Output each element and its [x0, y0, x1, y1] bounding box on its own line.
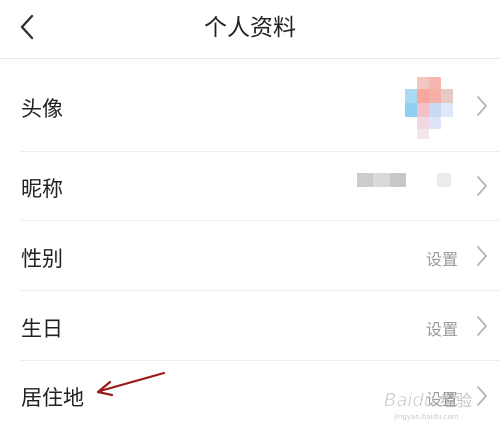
- row-value-gender: 设置: [425, 250, 458, 269]
- row-label-avatar: 头像: [21, 97, 63, 121]
- annotation-arrow: [90, 368, 170, 398]
- birthday-row[interactable]: 生日 设置: [0, 291, 500, 360]
- page-title: 个人资料: [204, 15, 296, 41]
- svg-text:经验: 经验: [440, 391, 472, 410]
- baidu-watermark-logo: Baidu 经验 jingyan.baidu.com: [384, 382, 496, 422]
- chevron-right-icon: [474, 94, 490, 118]
- avatar[interactable]: [405, 77, 453, 139]
- row-label-birthday: 生日: [21, 317, 63, 341]
- svg-text:Baidu: Baidu: [384, 390, 435, 411]
- gender-row[interactable]: 性别 设置: [0, 221, 500, 290]
- row-label-gender: 性别: [21, 247, 63, 271]
- chevron-right-icon: [474, 244, 490, 268]
- chevron-right-icon: [474, 174, 490, 198]
- row-value-birthday: 设置: [425, 320, 458, 339]
- row-label-residence: 居住地: [21, 386, 84, 410]
- row-label-nickname: 昵称: [21, 177, 63, 201]
- top-nav-bar: 个人资料: [0, 0, 500, 58]
- chevron-right-icon: [474, 314, 490, 338]
- svg-text:jingyan.baidu.com: jingyan.baidu.com: [393, 413, 459, 421]
- nickname-value-blurred: [357, 172, 457, 187]
